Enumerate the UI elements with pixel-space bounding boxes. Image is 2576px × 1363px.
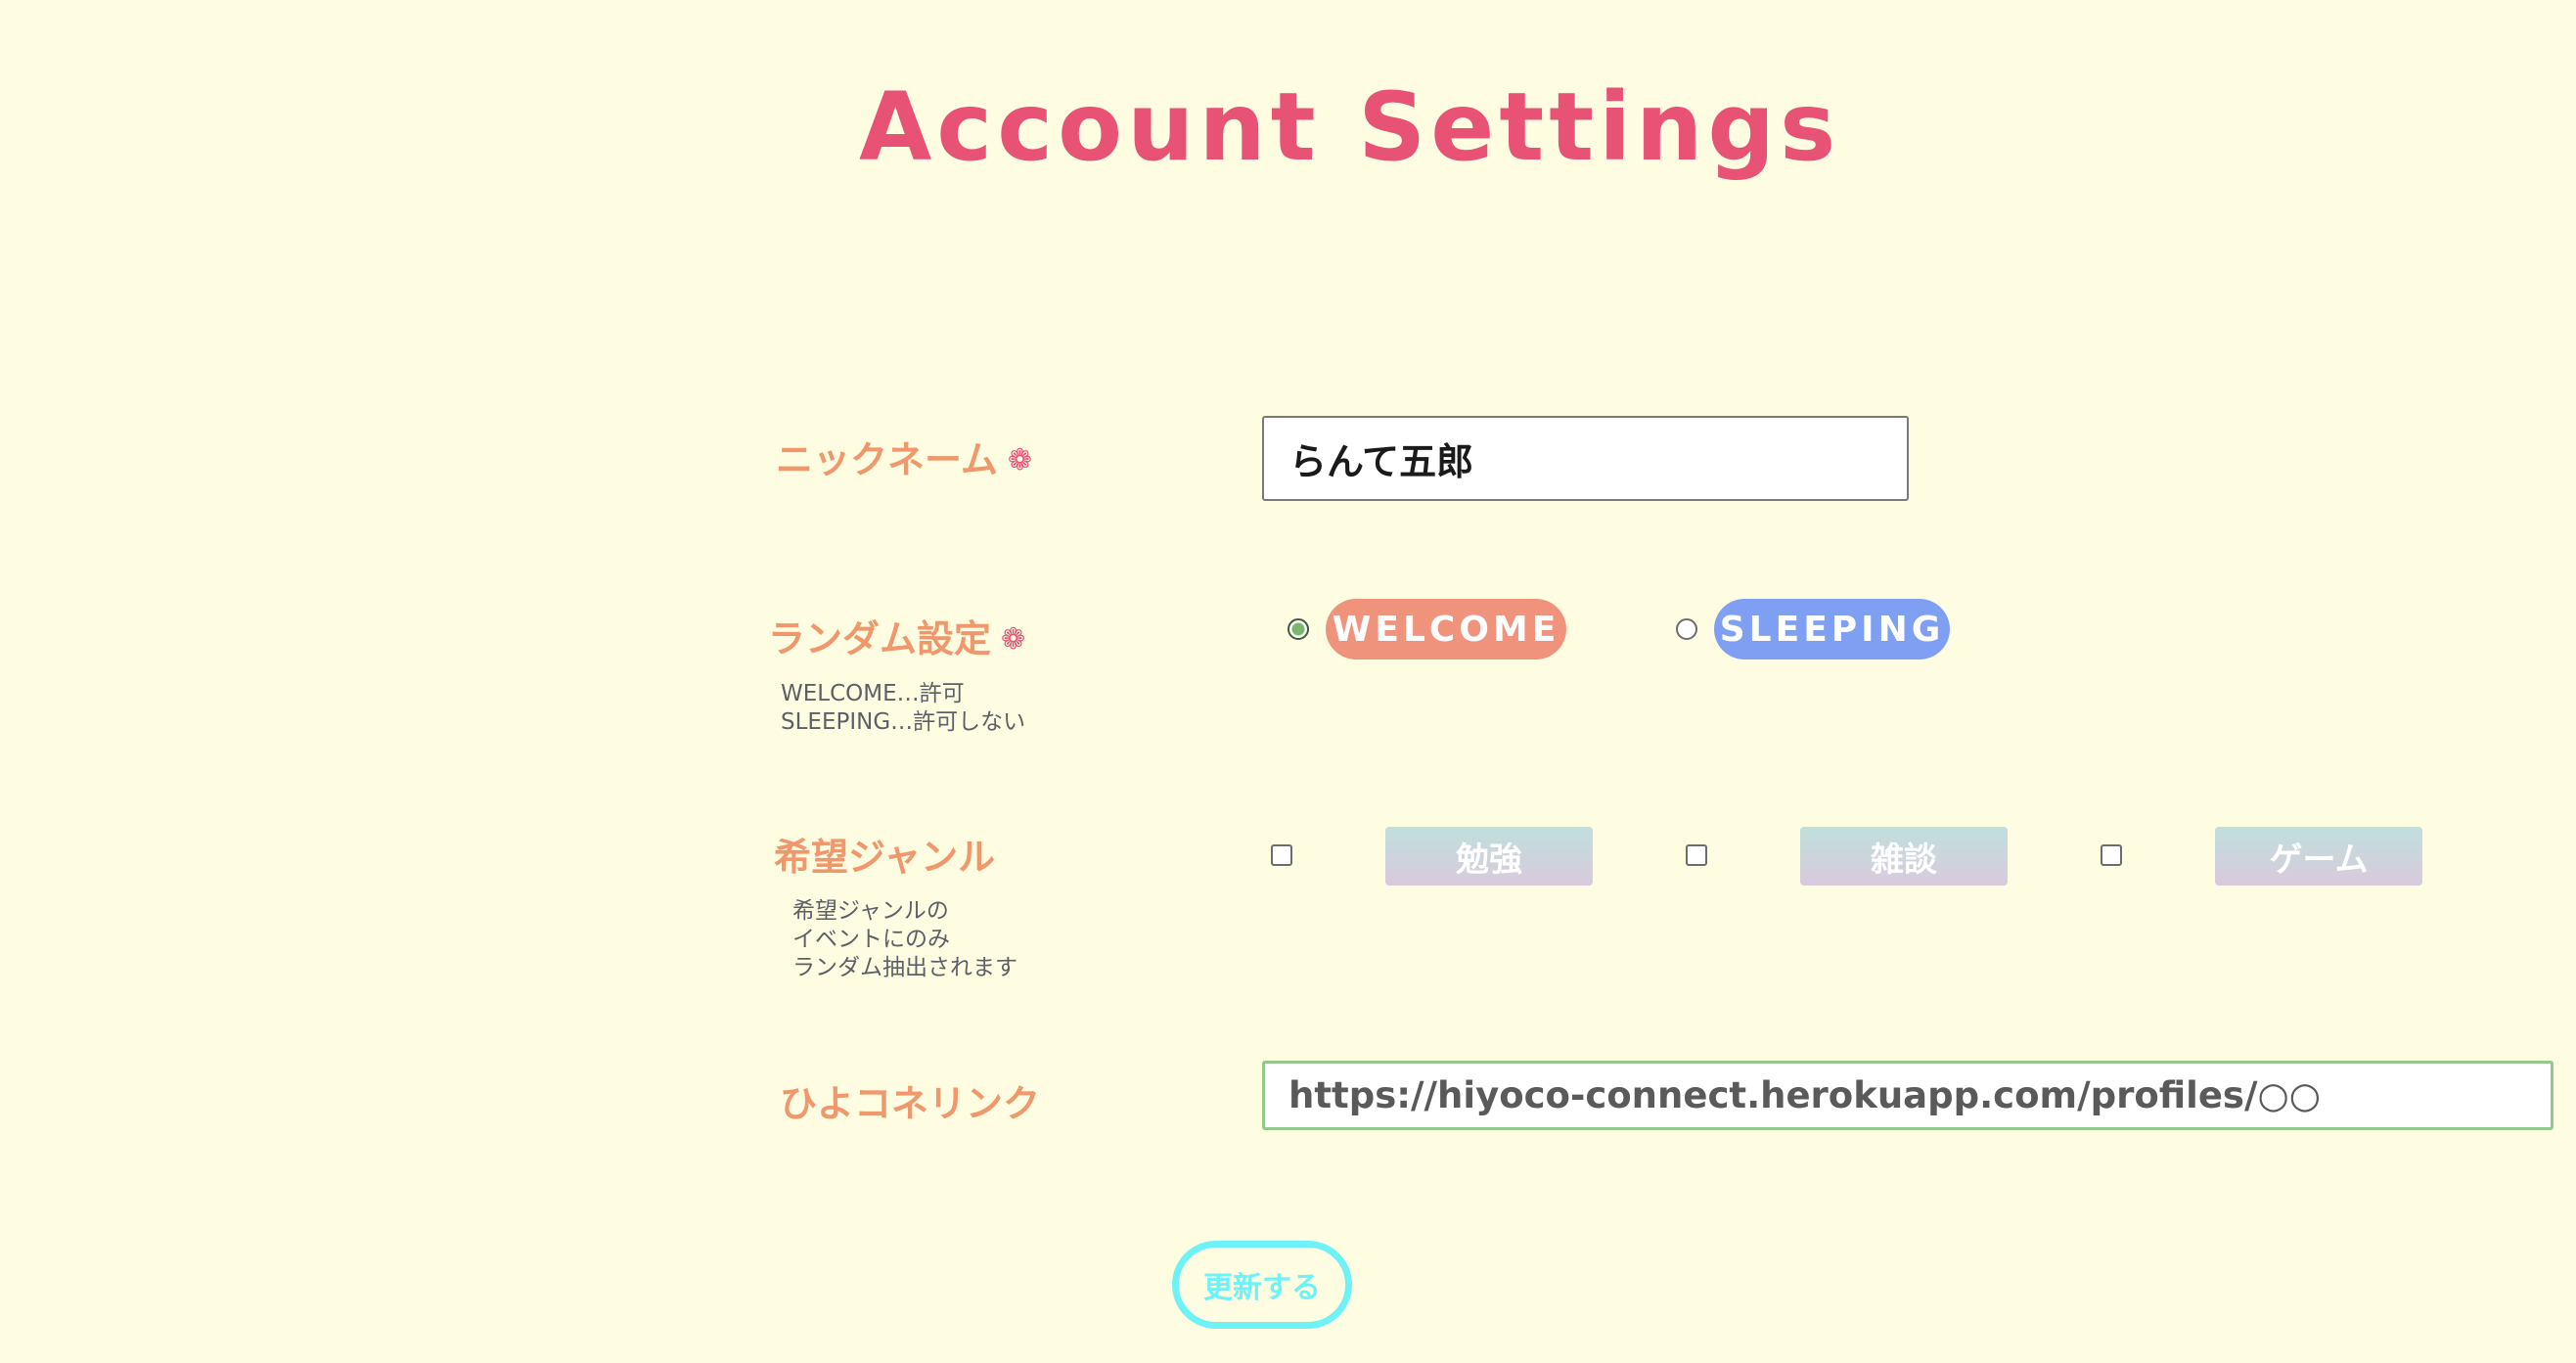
genre-note: 希望ジャンルの イベントにのみ ランダム抽出されます xyxy=(792,897,1017,982)
random-setting-note-line: SLEEPING…許可しない xyxy=(781,709,1026,735)
sleeping-option-pill[interactable]: SLEEPING xyxy=(1714,599,1950,659)
genre-note-line: イベントにのみ xyxy=(792,927,950,952)
hiyoco-link-label: ひよコネリンク xyxy=(780,1082,1041,1125)
genre-note-line: 希望ジャンルの xyxy=(792,898,949,924)
hiyoco-link-input[interactable] xyxy=(1262,1061,2553,1130)
genre-note-line: ランダム抽出されます xyxy=(792,955,1017,980)
random-setting-label: ランダム設定 ❁ xyxy=(768,620,1025,658)
random-setting-note-line: WELCOME…許可 xyxy=(781,681,965,706)
genre-study-checkbox[interactable] xyxy=(1271,844,1292,866)
nickname-label: ニックネーム ❁ xyxy=(776,441,1032,478)
genre-label: 希望ジャンル xyxy=(774,836,996,879)
genre-chat-checkbox[interactable] xyxy=(1686,844,1707,866)
genre-chat-tag[interactable]: 雑談 xyxy=(1800,827,2008,886)
required-mark-icon: ❁ xyxy=(1001,622,1026,657)
welcome-radio[interactable] xyxy=(1288,618,1309,640)
required-mark-icon: ❁ xyxy=(1007,443,1033,477)
genre-game-tag[interactable]: ゲーム xyxy=(2215,827,2422,886)
sleeping-radio[interactable] xyxy=(1676,618,1697,640)
update-button[interactable]: 更新する xyxy=(1172,1241,1352,1329)
genre-study-tag[interactable]: 勉強 xyxy=(1385,827,1593,886)
random-setting-label-text: ランダム設定 xyxy=(768,617,992,660)
genre-game-checkbox[interactable] xyxy=(2101,844,2122,866)
random-setting-note: WELCOME…許可 SLEEPING…許可しない xyxy=(781,680,1025,737)
welcome-option-pill[interactable]: WELCOME xyxy=(1326,599,1566,659)
page-title: Account Settings xyxy=(859,72,1841,182)
nickname-input[interactable] xyxy=(1262,416,1909,501)
nickname-label-text: ニックネーム xyxy=(776,438,998,481)
